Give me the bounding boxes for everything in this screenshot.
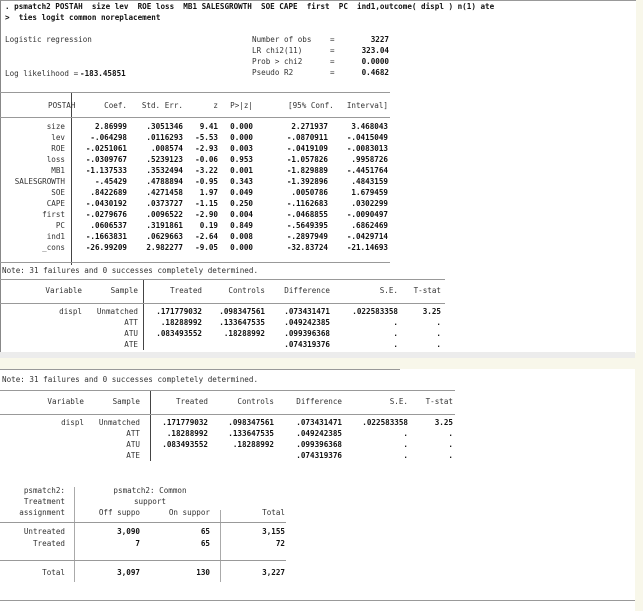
cell: .4843159 (351, 177, 388, 186)
column-group-header: psmatch2: Common (113, 486, 187, 495)
scrollbar-band[interactable] (0, 352, 635, 358)
row-label: ATE (124, 340, 138, 349)
stat-value: 0.4682 (361, 68, 389, 77)
cell: 1.679459 (351, 188, 388, 197)
cell: 3.25 (422, 307, 441, 316)
header-rule (0, 303, 445, 304)
row-header: psmatch2: (23, 486, 65, 495)
cell: -.0083013 (346, 144, 388, 153)
section-rule (0, 369, 400, 370)
header-rule (0, 117, 390, 118)
row-label: ATE (126, 451, 140, 460)
table-bottom-rule (0, 262, 390, 263)
note-text: Note: 31 failures and 0 successes comple… (2, 266, 259, 275)
cell: -.4451764 (346, 166, 388, 175)
stat-value: 3227 (370, 35, 389, 44)
cell: -.0415049 (346, 133, 388, 142)
cell: 3.468043 (351, 122, 388, 131)
cell: 3.25 (434, 418, 453, 427)
panel-bottom-rule (0, 600, 635, 601)
cell: -.0090497 (346, 210, 388, 219)
cell: .0302299 (351, 199, 388, 208)
cell: .6862469 (351, 221, 388, 230)
loglik-label: Log likelihood = (5, 69, 83, 78)
total-cell: 3,227 (262, 568, 285, 577)
table-top-rule (0, 390, 455, 391)
cell: . (436, 329, 441, 338)
row-header: Treatment (23, 497, 65, 506)
column-header: T-stat (413, 286, 441, 295)
column-header: Interval] (346, 101, 388, 110)
note-text: Note: 31 failures and 0 successes comple… (2, 375, 259, 384)
stat-value: 0.0000 (361, 57, 389, 66)
loglik-value: -183.45851 (80, 69, 126, 78)
total-rule (0, 560, 286, 561)
column-group-header: support (133, 497, 166, 506)
table-top-rule (0, 279, 445, 280)
cell: . (436, 340, 441, 349)
header-rule (0, 522, 286, 523)
column-header: Total (262, 508, 285, 517)
cell: . (448, 440, 453, 449)
cell: .9958726 (351, 155, 388, 164)
cell: 3,155 (262, 527, 285, 536)
cell: -21.14693 (346, 243, 388, 252)
cell: . (448, 451, 453, 460)
command-continuation: > ties logit common noreplacement (5, 13, 161, 22)
model-title: Logistic regression (5, 35, 92, 44)
column-header: T-stat (425, 397, 453, 406)
command-line: . psmatch2 POSTAH size lev ROE loss MB1 … (5, 2, 495, 11)
table-top-rule (0, 92, 390, 93)
cell: . (436, 318, 441, 327)
column-header: P>|z| (230, 101, 253, 110)
header-rule (0, 414, 455, 415)
cell: -.0429714 (346, 232, 388, 241)
cell: . (448, 429, 453, 438)
stat-value: 323.04 (361, 46, 389, 55)
cell: 72 (275, 539, 285, 548)
